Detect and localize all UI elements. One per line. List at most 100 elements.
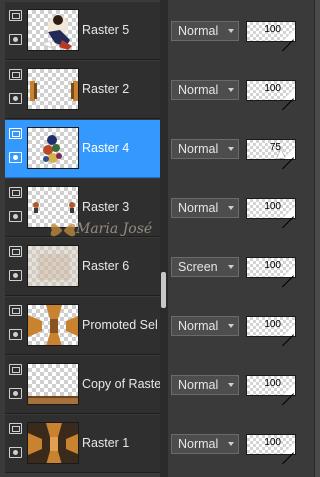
layer-thumbnail[interactable]: [27, 245, 79, 287]
layer-group-icon[interactable]: [9, 128, 22, 139]
opacity-slider[interactable]: 100: [246, 21, 296, 52]
layer-name: Raster 4: [82, 141, 130, 155]
layer-properties-row: Normal 100: [168, 356, 314, 415]
chevron-down-icon: [228, 206, 234, 210]
opacity-slider[interactable]: 100: [246, 257, 296, 288]
chevron-down-icon: [228, 324, 234, 328]
layer-row[interactable]: Raster 6: [5, 238, 161, 296]
opacity-corner-line: [281, 334, 294, 347]
eye-icon[interactable]: [9, 388, 22, 399]
layer-properties-row: Normal 100: [168, 2, 314, 61]
blend-mode-dropdown[interactable]: Normal: [171, 198, 239, 218]
opacity-value: 100: [264, 201, 281, 212]
opacity-corner-line: [281, 275, 294, 288]
layer-row[interactable]: Copy of Raste: [5, 356, 161, 414]
eye-icon[interactable]: [9, 447, 22, 458]
layer-list: Raster 5 Raster 2 Raster 4 Raster 3 Rast…: [5, 2, 161, 474]
layer-row-selected[interactable]: Raster 4: [5, 120, 161, 178]
thumbnail-figure-image: [40, 15, 72, 50]
thumbnail-bars-image: [30, 81, 78, 101]
layer-thumbnail[interactable]: [27, 127, 79, 169]
blend-mode-dropdown[interactable]: Screen: [171, 257, 239, 277]
opacity-corner-line: [281, 452, 294, 465]
layer-group-icon[interactable]: [9, 364, 22, 375]
blend-mode-value: Normal: [178, 24, 219, 38]
opacity-slider[interactable]: 75: [246, 139, 296, 170]
blend-mode-dropdown[interactable]: Normal: [171, 375, 239, 395]
layer-group-icon[interactable]: [9, 246, 22, 257]
layer-thumbnail[interactable]: [27, 186, 79, 228]
layer-row[interactable]: Raster 1: [5, 415, 161, 473]
opacity-corner-line: [281, 216, 294, 229]
layer-group-icon[interactable]: [9, 10, 22, 21]
thumbnail-bottom-image: [28, 396, 78, 404]
chevron-down-icon: [228, 265, 234, 269]
layer-name: Raster 6: [82, 259, 130, 273]
opacity-slider[interactable]: 100: [246, 316, 296, 347]
cursor-pointer-icon: [277, 149, 285, 158]
blend-mode-value: Normal: [178, 378, 219, 392]
layer-row[interactable]: Raster 5: [5, 2, 161, 60]
layer-properties-row: Normal 100: [168, 297, 314, 356]
thumbnail-frame-image: [28, 305, 78, 345]
layer-name: Raster 1: [82, 436, 130, 450]
opacity-slider[interactable]: 100: [246, 375, 296, 406]
layer-thumbnail[interactable]: [27, 304, 79, 346]
blend-mode-value: Normal: [178, 437, 219, 451]
layer-thumbnail[interactable]: [27, 68, 79, 110]
layer-name: Promoted Sel: [82, 318, 158, 332]
blend-mode-dropdown[interactable]: Normal: [171, 434, 239, 454]
layer-properties-row: Normal 100: [168, 179, 314, 238]
eye-icon[interactable]: [9, 152, 22, 163]
thumbnail-dark-image: [28, 423, 78, 463]
blend-mode-value: Normal: [178, 201, 219, 215]
splitter-handle[interactable]: [161, 272, 166, 308]
layer-properties-row: Screen 100: [168, 238, 314, 297]
blend-mode-dropdown[interactable]: Normal: [171, 21, 239, 41]
layer-group-icon[interactable]: [9, 187, 22, 198]
opacity-corner-line: [281, 393, 294, 406]
chevron-down-icon: [228, 442, 234, 446]
blend-mode-value: Normal: [178, 83, 219, 97]
layer-group-icon[interactable]: [9, 423, 22, 434]
eye-icon[interactable]: [9, 270, 22, 281]
layer-thumbnail[interactable]: [27, 422, 79, 464]
blend-mode-value: Screen: [178, 260, 218, 274]
layer-thumbnail[interactable]: [27, 363, 79, 405]
panel-divider: [160, 0, 168, 477]
layer-row[interactable]: Raster 3: [5, 179, 161, 237]
eye-icon[interactable]: [9, 329, 22, 340]
eye-icon[interactable]: [9, 34, 22, 45]
thumbnail-small-image: [33, 202, 75, 213]
opacity-slider[interactable]: 100: [246, 80, 296, 111]
thumbnail-flowers-image: [43, 135, 62, 163]
opacity-value: 100: [264, 260, 281, 271]
eye-icon[interactable]: [9, 93, 22, 104]
blend-mode-value: Normal: [178, 319, 219, 333]
layer-group-icon[interactable]: [9, 69, 22, 80]
blend-mode-dropdown[interactable]: Normal: [171, 316, 239, 336]
opacity-value: 100: [264, 378, 281, 389]
opacity-value: 100: [264, 437, 281, 448]
layers-palette: Raster 5 Raster 2 Raster 4 Raster 3 Rast…: [0, 0, 315, 477]
layer-name: Raster 5: [82, 23, 130, 37]
blend-mode-dropdown[interactable]: Normal: [171, 80, 239, 100]
layer-row[interactable]: Raster 2: [5, 61, 161, 119]
opacity-slider[interactable]: 100: [246, 198, 296, 229]
layer-properties-column: Normal 100 Normal 100 Normal 75 Normal 1…: [168, 2, 314, 474]
opacity-corner-line: [281, 98, 294, 111]
layer-group-icon[interactable]: [9, 305, 22, 316]
chevron-down-icon: [228, 88, 234, 92]
layer-name: Raster 3: [82, 200, 130, 214]
chevron-down-icon: [228, 147, 234, 151]
blend-mode-value: Normal: [178, 142, 219, 156]
blend-mode-dropdown[interactable]: Normal: [171, 139, 239, 159]
layer-row[interactable]: Promoted Sel: [5, 297, 161, 355]
layer-properties-row: Normal 75: [168, 120, 314, 179]
chevron-down-icon: [228, 383, 234, 387]
opacity-slider[interactable]: 100: [246, 434, 296, 465]
eye-icon[interactable]: [9, 211, 22, 222]
thumbnail-faint-image: [28, 246, 78, 286]
layer-thumbnail[interactable]: [27, 9, 79, 51]
opacity-corner-line: [281, 157, 294, 170]
